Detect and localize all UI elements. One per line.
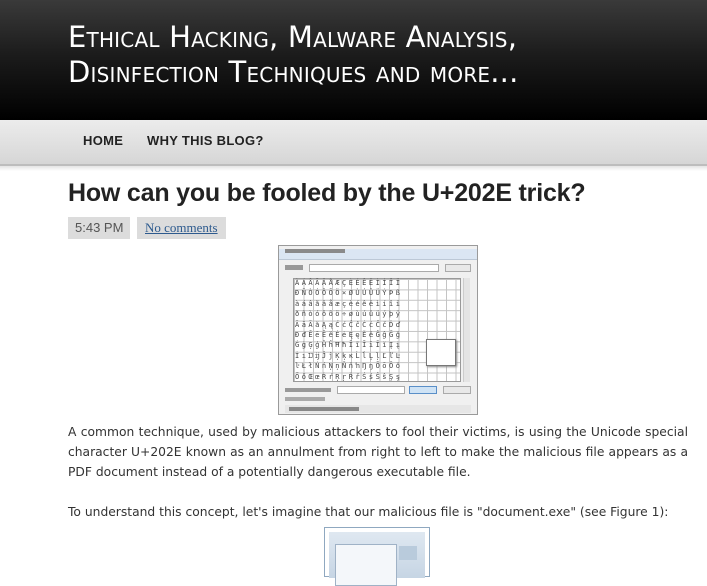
blog-title[interactable]: Ethical Hacking, Malware Analysis, Disin…	[68, 20, 519, 90]
figure-1-preview	[329, 532, 425, 586]
advanced-view-checkbox	[285, 397, 325, 401]
grid-scrollbar	[463, 278, 470, 382]
nav-bar: HOME WHY THIS BLOG?	[0, 120, 707, 166]
post-paragraph-2: To understand this concept, let's imagin…	[68, 505, 669, 519]
post-timestamp: 5:43 PM	[68, 217, 131, 239]
nav-item-home[interactable]: HOME	[83, 133, 123, 148]
character-grid-glyphs: ÀÁÂÃÄÅÆÇÈÉÊËÌÍÎÏ ÐÑÒÓÔÕÖ×ØÙÚÛÜÝÞß àáâãäå…	[295, 279, 403, 381]
font-selector-row	[285, 264, 471, 272]
blog-header: Ethical Hacking, Malware Analysis, Disin…	[0, 0, 707, 120]
window-titlebar	[279, 249, 477, 260]
nav-shadow	[0, 166, 707, 171]
copy-characters-row	[285, 386, 471, 394]
character-map-screenshot[interactable]: ÀÁÂÃÄÅÆÇÈÉÊËÌÍÎÏ ÐÑÒÓÔÕÖ×ØÙÚÛÜÝÞß àáâãäå…	[278, 245, 478, 415]
post-paragraph-1: A common technique, used by malicious at…	[68, 425, 688, 479]
comments-link[interactable]: No comments	[137, 217, 226, 239]
post-title[interactable]: How can you be fooled by the U+202E tric…	[68, 179, 586, 208]
status-bar	[285, 405, 471, 413]
nav-item-why-this-blog[interactable]: WHY THIS BLOG?	[147, 133, 264, 148]
glyph-zoom-popup	[426, 339, 456, 366]
